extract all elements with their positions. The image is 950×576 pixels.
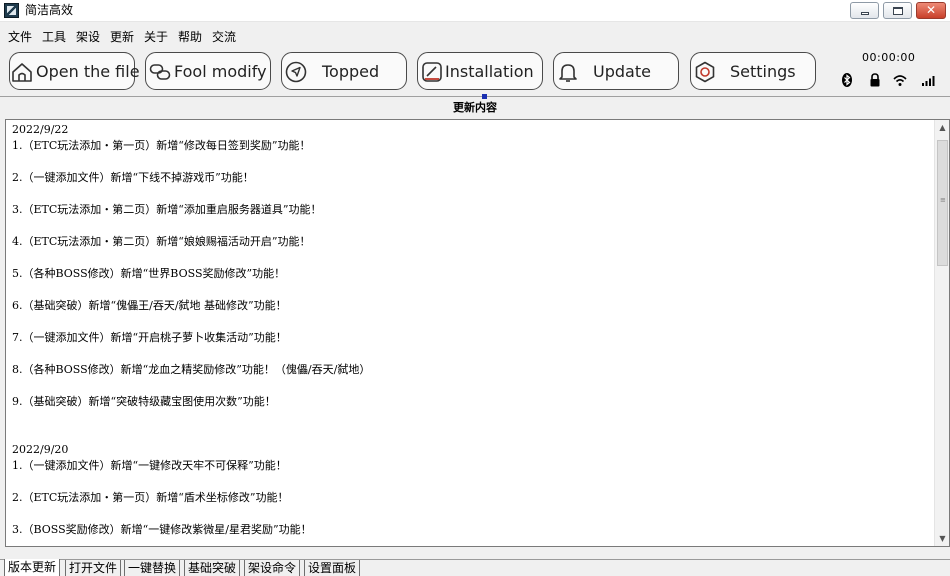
log-line: 7.（一键添加文件）新增“开启桃子萝卜收集活动”功能！ (12, 331, 287, 344)
update-notes-textbox[interactable]: 2022/9/22 1.（ETC玩法添加・第一页）新增“修改每日签到奖励”功能！ 2… (5, 119, 950, 547)
open-file-button[interactable]: Open the file (9, 52, 140, 90)
tab-settings-panel[interactable]: 设置面板 (304, 560, 361, 576)
log-line: 1.（一键添加文件）新增“一键修改天牢不可保释”功能！ (12, 459, 287, 472)
log-line: 8.（各种BOSS修改）新增“龙血之精奖励修改”功能！（傀儡/吞天/弑地） (12, 363, 371, 376)
log-line: 9.（基础突破）新增“突破特级藏宝图使用次数”功能！ (12, 395, 276, 408)
topped-button[interactable]: Topped (281, 52, 407, 90)
log-line: 6.（基础突破）新增“傀儡王/吞天/弑地 基础修改”功能！ (12, 299, 287, 312)
maximize-button[interactable] (883, 2, 912, 19)
home-icon (12, 63, 32, 82)
menu-setup[interactable]: 架设 (76, 28, 100, 45)
section-divider (0, 96, 950, 97)
fool-modify-label: Fool modify (174, 62, 267, 81)
log-line: 3.（ETC玩法添加・第二页）新增“添加重启服务器道具”功能！ (12, 203, 322, 216)
tab-open-file[interactable]: 打开文件 (65, 560, 122, 576)
log-line: 4.（ETC玩法添加・第二页）新增“娘娘赐福活动开启”功能！ (12, 235, 311, 248)
menu-help[interactable]: 帮助 (178, 28, 202, 45)
signal-icon (922, 76, 935, 86)
menu-update[interactable]: 更新 (110, 28, 134, 45)
tab-setup-commands[interactable]: 架设命令 (244, 560, 301, 576)
hexagon-settings-icon (695, 61, 715, 83)
log-line: 5.（各种BOSS修改）新增“世界BOSS奖励修改”功能！ (12, 267, 286, 280)
close-button[interactable]: ✕ (916, 2, 946, 19)
scroll-up-icon[interactable]: ▲ (935, 120, 949, 135)
window-title: 简洁高效 (25, 3, 74, 17)
log-line: 2022/9/22 (12, 123, 69, 136)
wifi-icon (893, 75, 907, 86)
app-window: 简洁高效 ✕ 文件 工具 架设 更新 关于 帮助 交流 Open the fil… (0, 0, 950, 576)
scroll-down-icon[interactable]: ▼ (935, 531, 949, 546)
vertical-scrollbar[interactable]: ▲ ≡ ▼ (934, 120, 949, 546)
app-logo-icon (4, 3, 19, 18)
tab-basic-breakthrough[interactable]: 基础突破 (184, 560, 241, 576)
tab-one-click-replace[interactable]: 一键替换 (124, 560, 181, 576)
settings-label: Settings (730, 62, 796, 81)
scroll-grip-icon: ≡ (940, 196, 946, 204)
navigation-arrow-icon (285, 61, 307, 83)
link-icon (149, 64, 171, 80)
update-button[interactable]: Update (553, 52, 679, 90)
clock-readout: 00:00:00 (862, 51, 916, 64)
maximize-icon (893, 7, 903, 15)
topped-label: Topped (322, 62, 380, 81)
log-line: 1.（ETC玩法添加・第一页）新增“修改每日签到奖励”功能！ (12, 139, 311, 152)
scroll-thumb[interactable]: ≡ (937, 140, 948, 266)
log-line: 2.（一键添加文件）新增“下线不掉游戏币”功能！ (12, 171, 254, 184)
bottom-tab-bar: 版本更新 打开文件 一键替换 基础突破 架设命令 设置面板 (0, 559, 950, 576)
log-line: 3.（BOSS奖励修改）新增“一键修改紫微星/星君奖励”功能！ (12, 523, 312, 536)
bluetooth-icon (842, 73, 852, 87)
log-line: 2022/9/20 (12, 443, 69, 456)
menu-community[interactable]: 交流 (212, 28, 236, 45)
minimize-button[interactable] (850, 2, 879, 19)
installation-label: Installation (445, 62, 534, 81)
install-icon (422, 62, 442, 82)
tab-version-update[interactable]: 版本更新 (4, 559, 61, 576)
section-title: 更新内容 (453, 101, 497, 114)
lock-icon (870, 73, 880, 87)
menu-file[interactable]: 文件 (8, 28, 32, 45)
open-file-label: Open the file (36, 62, 140, 81)
menu-about[interactable]: 关于 (144, 28, 168, 45)
bell-icon (559, 64, 577, 82)
update-label: Update (593, 62, 651, 81)
menu-tools[interactable]: 工具 (42, 28, 66, 45)
close-icon: ✕ (925, 3, 937, 17)
minimize-icon (861, 12, 869, 15)
settings-button[interactable]: Settings (690, 52, 816, 90)
log-line: 2.（ETC玩法添加・第一页）新增“盾术坐标修改”功能！ (12, 491, 289, 504)
update-log: 2022/9/22 1.（ETC玩法添加・第一页）新增“修改每日签到奖励”功能！ 2… (12, 122, 370, 538)
title-bar: 简洁高效 ✕ (0, 0, 950, 22)
fool-modify-button[interactable]: Fool modify (145, 52, 271, 90)
installation-button[interactable]: Installation (417, 52, 543, 90)
